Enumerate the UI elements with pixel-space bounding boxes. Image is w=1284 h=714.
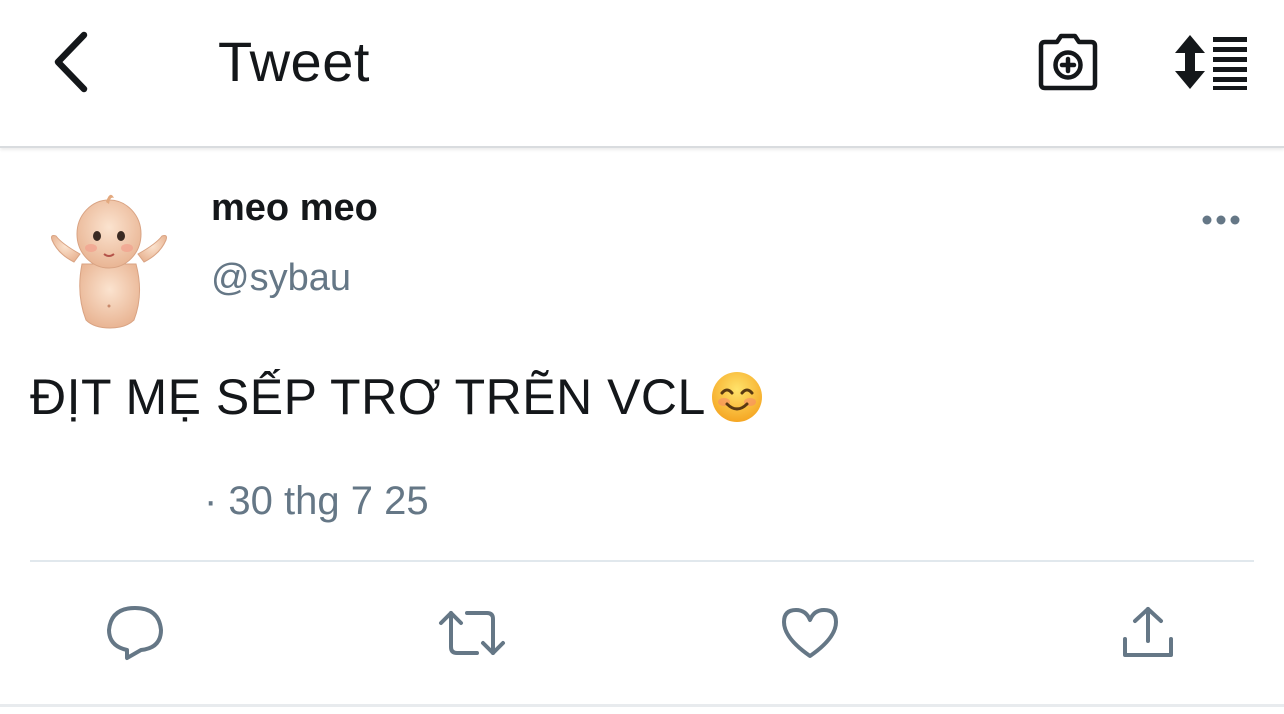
back-button[interactable] xyxy=(38,28,102,96)
camera-plus-icon xyxy=(1038,33,1098,91)
retweet-icon xyxy=(439,611,505,655)
tweet-text-content: ĐỊT MẸ SẾP TRƠ TRẼN VCL xyxy=(30,369,706,425)
kewpie-doll-avatar-image xyxy=(51,194,167,329)
heart-icon xyxy=(782,608,838,658)
top-nav-bar: Tweet xyxy=(0,0,1284,148)
bottom-divider xyxy=(0,704,1284,707)
like-button[interactable] xyxy=(772,600,848,666)
smiling-face-emoji-icon xyxy=(711,372,762,422)
more-options-button[interactable] xyxy=(1196,200,1246,240)
page-title: Tweet xyxy=(218,30,370,93)
display-name[interactable]: meo meo xyxy=(211,186,378,230)
chevron-left-icon xyxy=(54,31,88,93)
share-button[interactable] xyxy=(1110,600,1186,666)
more-dots-icon xyxy=(1202,215,1240,225)
divider xyxy=(30,560,1254,562)
camera-button[interactable] xyxy=(1032,28,1104,96)
user-handle[interactable]: @sybau xyxy=(211,256,351,300)
tweet-timestamp: · 30 thg 7 25 xyxy=(204,479,429,523)
share-icon xyxy=(1123,607,1173,657)
retweet-button[interactable] xyxy=(434,600,510,666)
avatar[interactable] xyxy=(44,184,174,330)
reply-button[interactable] xyxy=(97,600,173,666)
reply-icon xyxy=(107,606,163,660)
sort-list-icon xyxy=(1175,35,1247,90)
tweet-text: ĐỊT MẸ SẾP TRƠ TRẼN VCL xyxy=(30,366,764,428)
sort-button[interactable] xyxy=(1170,28,1252,96)
